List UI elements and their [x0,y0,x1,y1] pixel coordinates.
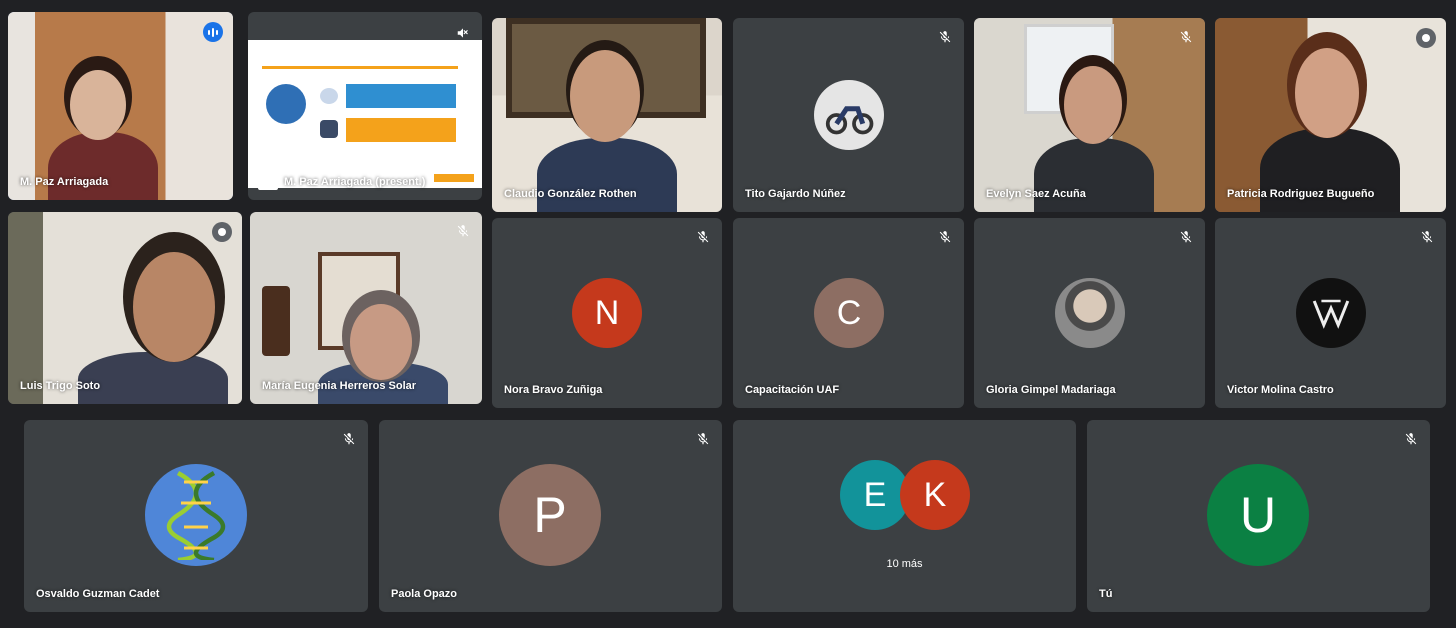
presentation-slide [248,40,482,188]
avatar [145,464,247,566]
participant-name: Luis Trigo Soto [20,380,101,392]
participant-name: María Eugenia Herreros Solar [262,380,417,392]
more-options-icon[interactable] [1416,28,1436,48]
avatar: C [814,278,884,348]
mic-off-icon [939,31,951,43]
participant-tile-gloria[interactable]: Gloria Gimpel Madariaga [974,218,1205,408]
mic-off-icon [343,433,355,445]
mic-off-icon [1405,433,1417,445]
more-participants-count: 10 más [886,558,923,570]
dna-icon [166,471,226,560]
participant-name: Gloria Gimpel Madariaga [986,384,1116,396]
participant-name: Victor Molina Castro [1227,384,1334,396]
avatar [1296,278,1366,348]
participant-name: Claudio González Rothen [504,188,637,200]
participant-name: M. Paz Arriagada (present.) [284,176,426,188]
participant-tile-paola[interactable]: P Paola Opazo [379,420,722,612]
present-screen-icon [258,174,278,190]
mic-off-icon [697,231,709,243]
avatar: U [1207,464,1309,566]
mic-off-icon [697,433,709,445]
participant-name: Capacitación UAF [745,384,840,396]
video-person-head [350,304,412,380]
participant-tile-evelyn[interactable]: Evelyn Saez Acuña [974,18,1205,212]
participant-name: Paola Opazo [391,588,458,600]
participant-tile-maria-eugenia[interactable]: María Eugenia Herreros Solar [250,212,482,404]
mic-off-icon [1421,231,1433,243]
more-participants-tile[interactable]: E K 10 más [733,420,1076,612]
video-person-head [1064,66,1122,144]
video-person [1034,138,1154,212]
participant-tile-luis[interactable]: Luis Trigo Soto [8,212,242,404]
mic-off-icon [457,225,469,237]
video-person [48,132,158,200]
audio-level-icon [203,22,223,42]
motorcycle-icon [825,106,874,135]
mic-off-icon [1180,31,1192,43]
avatar [1055,278,1125,348]
participant-name: Patricia Rodriguez Bugueño [1227,188,1375,200]
video-person [537,138,677,212]
participant-tile-patricia[interactable]: Patricia Rodriguez Bugueño [1215,18,1446,212]
volume-off-icon[interactable] [456,26,470,40]
avatar: P [499,464,601,566]
participant-tile-self[interactable]: U Tú [1087,420,1430,612]
video-person-head [70,70,126,140]
avatar [814,80,884,150]
participant-tile-tito[interactable]: Tito Gajardo Núñez [733,18,964,212]
avatar-k: K [900,460,970,530]
video-person-head [133,252,215,362]
participant-tile-victor[interactable]: Victor Molina Castro [1215,218,1446,408]
participant-tile-claudio[interactable]: Claudio González Rothen [492,18,722,212]
participant-name: Tú [1099,588,1113,600]
participant-name: M. Paz Arriagada [20,176,109,188]
participant-tile-m-paz-arriagada[interactable]: M. Paz Arriagada [8,12,233,200]
participant-name: Tito Gajardo Núñez [745,188,846,200]
mic-off-icon [1180,231,1192,243]
presentation-tile[interactable]: M. Paz Arriagada (present.) [248,12,482,200]
participant-name: Nora Bravo Zuñiga [504,384,603,396]
participant-tile-osvaldo[interactable]: Osvaldo Guzman Cadet [24,420,368,612]
avatar: N [572,278,642,348]
participant-tile-capacitacion[interactable]: C Capacitación UAF [733,218,964,408]
video-person [78,352,228,404]
participant-name: Osvaldo Guzman Cadet [36,588,160,600]
video-person-head [1295,48,1359,138]
more-options-icon[interactable] [212,222,232,242]
monogram-logo-icon [1312,299,1350,329]
video-person-head [570,50,640,142]
participant-name: Evelyn Saez Acuña [986,188,1086,200]
mic-off-icon [939,231,951,243]
participant-tile-nora[interactable]: N Nora Bravo Zuñiga [492,218,722,408]
